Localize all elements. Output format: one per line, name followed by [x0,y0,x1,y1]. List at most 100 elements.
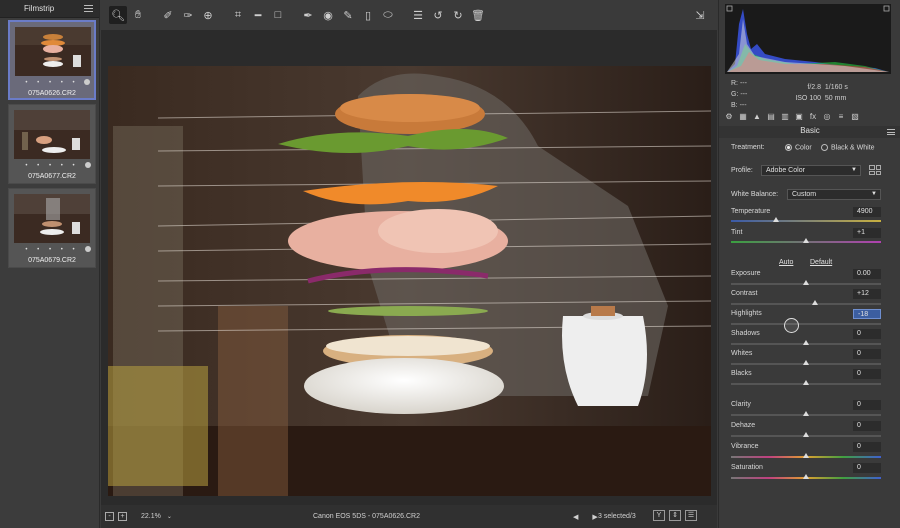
adjustment-brush-icon[interactable]: ✎ [339,6,357,24]
thumb-filename: 075A0677.CR2 [28,173,76,180]
exposure-value[interactable]: 0.00 [853,269,881,279]
contrast-value[interactable]: +12 [853,289,881,299]
zoom-in-button[interactable]: + [118,512,127,521]
lens-tab-icon[interactable]: ▣ [793,112,805,124]
wb-value: Custom [792,191,817,198]
panel-tabs: ⚙ ▦ ▲ ▤ ▥ ▣ fx ◎ ≡ ▧ [723,112,893,124]
before-after-button[interactable]: Y [653,510,665,521]
transform-icon[interactable]: □ [269,6,287,24]
fullscreen-icon[interactable]: ⇲ [691,6,709,24]
rotate-right-icon[interactable]: ↻ [449,6,467,24]
filmstrip-thumb-1[interactable]: • • • • • 075A0626.CR2 [8,20,96,100]
tone-curve-tab-icon[interactable]: ▦ [737,112,749,124]
chevron-down-icon: ▼ [851,167,857,173]
default-link[interactable]: Default [810,259,832,266]
detail-tab-icon[interactable]: ▲ [751,112,763,124]
hsl-tab-icon[interactable]: ▤ [765,112,777,124]
graduated-filter-icon[interactable]: ▯ [359,6,377,24]
histogram [725,4,891,74]
temperature-track[interactable] [731,220,881,222]
preview-image[interactable] [108,66,711,496]
presets-tab-icon[interactable]: ≡ [835,112,847,124]
filmstrip-menu-icon[interactable] [84,5,93,12]
swap-button[interactable]: ⇕ [669,510,681,521]
preview-area [101,30,717,505]
treatment-color-option[interactable]: Color [785,144,812,151]
g-value: --- [740,91,748,98]
crop-icon[interactable]: ⌗ [229,6,247,24]
saturation-slider-thumb[interactable] [803,474,809,479]
shadows-label: Shadows [731,330,760,337]
highlights-value[interactable]: -18 [853,309,881,319]
spot-removal-icon[interactable]: ✒ [299,6,317,24]
blacks-slider-thumb[interactable] [803,380,809,385]
shadows-slider-thumb[interactable] [803,340,809,345]
zoom-dropdown-icon[interactable]: ⌄ [167,513,172,520]
filmstrip-panel: Filmstrip • • • • • 075A0626.CR2 • • • •… [0,0,100,528]
wb-dropdown[interactable]: Custom ▼ [787,189,881,200]
zoom-out-button[interactable]: - [105,512,114,521]
exposure-slider-thumb[interactable] [803,280,809,285]
tint-slider-thumb[interactable] [803,238,809,243]
contrast-track[interactable] [731,303,881,305]
snapshots-tab-icon[interactable]: ▧ [849,112,861,124]
hand-icon[interactable]: ✋︎ [129,6,147,24]
rating-stars[interactable]: • • • • • [10,80,94,86]
preferences-icon[interactable]: ☰ [409,6,427,24]
rotate-left-icon[interactable]: ↺ [429,6,447,24]
tint-label: Tint [731,229,743,236]
radial-filter-icon[interactable]: ⬭ [379,6,397,24]
temperature-value[interactable]: 4900 [853,207,881,217]
straighten-icon[interactable]: ━ [249,6,267,24]
fx-tab-icon[interactable]: fx [807,112,819,124]
rating-stars[interactable]: • • • • • [9,163,95,169]
vibrance-value[interactable]: 0 [853,442,881,452]
red-eye-icon[interactable]: ◉ [319,6,337,24]
dehaze-label: Dehaze [731,422,756,429]
saturation-value[interactable]: 0 [853,463,881,473]
rating-stars[interactable]: • • • • • [9,247,95,253]
treatment-bw-option[interactable]: Black & White [821,144,875,151]
toolbar: 🔍︎ ✋︎ ✐ ✑ ⊕ ⌗ ━ □ ✒ ◉ ✎ ▯ ⬭ ☰ ↺ ↻ 🗑︎ ⇲ [101,0,717,30]
filmstrip-thumb-3[interactable]: • • • • • 075A0679.CR2 [8,188,96,268]
profile-dropdown[interactable]: Adobe Color ▼ [761,165,861,176]
clarity-value[interactable]: 0 [853,400,881,410]
trash-icon[interactable]: 🗑︎ [469,6,487,24]
saturation-label: Saturation [731,464,763,471]
clarity-slider-thumb[interactable] [803,411,809,416]
target-adjust-icon[interactable]: ⊕ [199,6,217,24]
zoom-icon[interactable]: 🔍︎ [109,6,127,24]
focal-length-value: 50 mm [824,95,847,102]
contrast-slider-thumb[interactable] [812,300,818,305]
aperture-value: f/2.8 [807,84,821,91]
view-settings-button[interactable]: ☰ [685,510,697,521]
b-label: B: [731,102,738,109]
dehaze-value[interactable]: 0 [853,421,881,431]
tint-value[interactable]: +1 [853,228,881,238]
white-balance-icon[interactable]: ✐ [159,6,177,24]
profile-browser-icon[interactable] [869,165,881,175]
color-sampler-icon[interactable]: ✑ [179,6,197,24]
radio-bw[interactable] [821,144,828,151]
filmstrip-header: Filmstrip [0,0,99,18]
shadows-value[interactable]: 0 [853,329,881,339]
treatment-row: Treatment: [731,144,765,151]
panel-title: Basic [719,126,900,138]
split-toning-tab-icon[interactable]: ▥ [779,112,791,124]
highlights-track[interactable] [731,323,881,325]
zoom-level[interactable]: 22.1% [141,513,161,520]
radio-color[interactable] [785,144,792,151]
dehaze-slider-thumb[interactable] [803,432,809,437]
whites-slider-thumb[interactable] [803,360,809,365]
calibration-tab-icon[interactable]: ◎ [821,112,833,124]
exposure-label: Exposure [731,270,761,277]
chevron-down-icon: ▼ [871,191,877,197]
vibrance-slider-thumb[interactable] [803,453,809,458]
basic-tab-icon[interactable]: ⚙ [723,112,735,124]
panel-menu-icon[interactable] [887,129,895,135]
auto-link[interactable]: Auto [779,259,793,266]
temperature-slider-thumb[interactable] [773,217,779,222]
filmstrip-thumb-2[interactable]: • • • • • 075A0677.CR2 [8,104,96,184]
whites-value[interactable]: 0 [853,349,881,359]
blacks-value[interactable]: 0 [853,369,881,379]
